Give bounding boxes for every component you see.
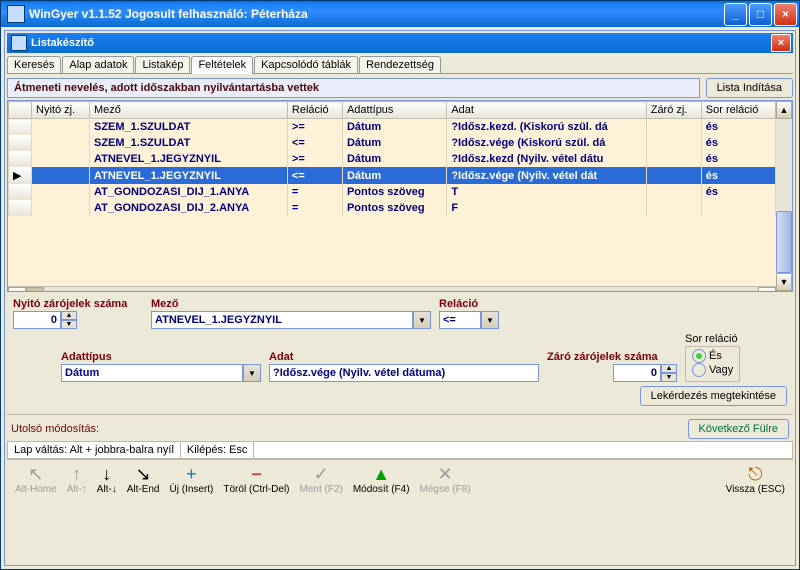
edit-form: Nyitó zárójelek száma 0 ▲▼ Mező ATNEVEL_… bbox=[7, 292, 793, 412]
adattipus-input[interactable]: Dátum bbox=[61, 364, 243, 382]
maximize-button[interactable]: □ bbox=[749, 3, 772, 26]
nyito-input[interactable]: 0 bbox=[13, 311, 61, 329]
tool-alt-[interactable]: ↓Alt-↓ bbox=[97, 464, 117, 495]
radio-vagy-row[interactable]: Vagy bbox=[692, 363, 733, 377]
tab-kapcsol-d-t-bl-k[interactable]: Kapcsolódó táblák bbox=[254, 56, 358, 73]
nyito-label: Nyitó zárójelek száma bbox=[13, 298, 143, 310]
tool-icon: ✓ bbox=[314, 464, 329, 484]
tabs: KeresésAlap adatokListaképFeltételekKapc… bbox=[7, 53, 793, 74]
inner-app-icon bbox=[11, 35, 27, 51]
column-header[interactable]: Adattípus bbox=[342, 102, 446, 119]
tool-icon: − bbox=[251, 464, 262, 484]
column-header[interactable]: Mező bbox=[89, 102, 287, 119]
conditions-grid: Nyitó zj.MezőRelációAdattípusAdatZáró zj… bbox=[7, 100, 793, 292]
relacio-label: Reláció bbox=[439, 298, 499, 310]
radio-vagy[interactable] bbox=[692, 363, 706, 377]
tool-icon: ↓ bbox=[102, 464, 111, 484]
outer-content: Listakészítő × KeresésAlap adatokListaké… bbox=[1, 27, 799, 569]
table-row[interactable]: ▶ATNEVEL_1.JEGYZNYIL<=Dátum?Idősz.vége (… bbox=[9, 167, 776, 184]
tool-icon: ⎋ bbox=[748, 464, 762, 484]
inner-window: Listakészítő × KeresésAlap adatokListaké… bbox=[4, 30, 796, 566]
sor-relacio-group: És Vagy bbox=[685, 346, 740, 382]
tool-icon: + bbox=[186, 464, 197, 484]
tab-keres-s[interactable]: Keresés bbox=[7, 56, 61, 73]
zaro-input[interactable]: 0 bbox=[613, 364, 661, 382]
horizontal-scrollbar[interactable]: ◄ ❚ ► bbox=[8, 286, 776, 291]
scroll-thumb[interactable] bbox=[776, 211, 792, 273]
next-record-button[interactable]: Következő Fülre bbox=[688, 419, 789, 439]
outer-window: WinGyer v1.1.52 Jogosult felhasználó: Pé… bbox=[0, 0, 800, 570]
tab-rendezetts-g[interactable]: Rendezettség bbox=[359, 56, 441, 73]
inner-title: Listakészítő bbox=[31, 37, 94, 49]
relacio-input[interactable]: <= bbox=[439, 311, 481, 329]
mezo-label: Mező bbox=[151, 298, 431, 310]
radio-es-row[interactable]: És bbox=[692, 349, 733, 363]
adat-input[interactable]: ?Idősz.vége (Nyilv. vétel dátuma) bbox=[269, 364, 539, 382]
hint-esc: Kilépés: Esc bbox=[181, 442, 255, 458]
table-row[interactable]: AT_GONDOZASI_DIJ_2.ANYA=Pontos szövegF bbox=[9, 200, 776, 216]
scroll-down-icon[interactable]: ▼ bbox=[776, 273, 792, 291]
column-header[interactable]: Nyitó zj. bbox=[32, 102, 90, 119]
tool-t-r-l-ctrl-del-[interactable]: −Töröl (Ctrl-Del) bbox=[223, 464, 289, 495]
tab-felt-telek[interactable]: Feltételek bbox=[191, 56, 253, 74]
tool-m-gse-f8-: ✕Mégse (F8) bbox=[420, 464, 471, 495]
adattipus-dropdown-icon[interactable]: ▼ bbox=[243, 364, 261, 382]
radio-es[interactable] bbox=[692, 349, 706, 363]
column-header[interactable]: Sor reláció bbox=[701, 102, 775, 119]
tab-alap-adatok[interactable]: Alap adatok bbox=[62, 56, 134, 73]
tool-alt-end[interactable]: ↘Alt-End bbox=[127, 464, 160, 495]
description-field[interactable]: Átmeneti nevelés, adott időszakban nyilv… bbox=[7, 78, 700, 98]
tab-listak-p[interactable]: Listakép bbox=[135, 56, 190, 73]
tool-icon: ✕ bbox=[438, 464, 453, 484]
app-icon bbox=[7, 5, 25, 23]
bottom-toolbar: ↖Alt-Home ↑Alt-↑ ↓Alt-↓ ↘Alt-End +Új (Insert… bbox=[7, 459, 793, 499]
minimize-button[interactable]: _ bbox=[724, 3, 747, 26]
mezo-dropdown-icon[interactable]: ▼ bbox=[413, 311, 431, 329]
start-list-button[interactable]: Lista Indítása bbox=[706, 78, 793, 98]
tool-icon: ▲ bbox=[372, 464, 390, 484]
tool-icon: ↘ bbox=[136, 464, 151, 484]
tool-alt-: ↑Alt-↑ bbox=[67, 464, 87, 495]
relacio-dropdown-icon[interactable]: ▼ bbox=[481, 311, 499, 329]
table-row[interactable]: SZEM_1.SZULDAT<=Dátum?Idősz.vége (Kiskor… bbox=[9, 135, 776, 151]
hint-bar: Lap váltás: Alt + jobbra-balra nyíl Kilé… bbox=[7, 441, 793, 459]
nyito-spinner[interactable]: ▲▼ bbox=[61, 311, 77, 329]
tool-m-dos-t-f4-[interactable]: ▲Módosít (F4) bbox=[353, 464, 410, 495]
adat-label: Adat bbox=[269, 351, 539, 363]
zaro-label: Záró zárójelek száma bbox=[547, 351, 677, 363]
window-title: WinGyer v1.1.52 Jogosult felhasználó: Pé… bbox=[29, 7, 722, 21]
last-modified-label: Utolsó módosítás: bbox=[11, 423, 99, 435]
tool--j-insert-[interactable]: +Új (Insert) bbox=[169, 464, 213, 495]
table-row[interactable]: ATNEVEL_1.JEGYZNYIL>=Dátum?Idősz.kezd (N… bbox=[9, 151, 776, 167]
adattipus-label: Adattípus bbox=[61, 351, 261, 363]
outer-titlebar[interactable]: WinGyer v1.1.52 Jogosult felhasználó: Pé… bbox=[1, 1, 799, 27]
view-query-button[interactable]: Lekérdezés megtekintése bbox=[640, 386, 787, 406]
inner-close-button[interactable]: × bbox=[771, 34, 791, 52]
zaro-spinner[interactable]: ▲▼ bbox=[661, 364, 677, 382]
tool-alt-home: ↖Alt-Home bbox=[15, 464, 57, 495]
table-row[interactable]: SZEM_1.SZULDAT>=Dátum?Idősz.kezd. (Kisko… bbox=[9, 119, 776, 136]
sor-relacio-label: Sor reláció bbox=[685, 333, 740, 345]
close-button[interactable]: × bbox=[774, 3, 797, 26]
tool-icon: ↖ bbox=[28, 464, 43, 484]
mezo-input[interactable]: ATNEVEL_1.JEGYZNYIL bbox=[151, 311, 413, 329]
hint-lap: Lap váltás: Alt + jobbra-balra nyíl bbox=[8, 442, 181, 458]
column-header[interactable]: Adat bbox=[447, 102, 646, 119]
vertical-scrollbar[interactable]: ▲ ▼ bbox=[776, 101, 792, 291]
tool-icon: ↑ bbox=[72, 464, 81, 484]
column-header[interactable]: Záró zj. bbox=[646, 102, 701, 119]
scroll-left-icon[interactable]: ◄ bbox=[8, 287, 26, 291]
tool-ment-f2-: ✓Ment (F2) bbox=[300, 464, 343, 495]
inner-titlebar[interactable]: Listakészítő × bbox=[7, 33, 793, 53]
column-header[interactable]: Reláció bbox=[287, 102, 342, 119]
table-row[interactable]: AT_GONDOZASI_DIJ_1.ANYA=Pontos szövegTés bbox=[9, 184, 776, 200]
scroll-up-icon[interactable]: ▲ bbox=[776, 101, 792, 119]
tool-vissza-esc-[interactable]: ⎋Vissza (ESC) bbox=[726, 464, 785, 495]
scroll-right-icon[interactable]: ► bbox=[758, 287, 776, 291]
